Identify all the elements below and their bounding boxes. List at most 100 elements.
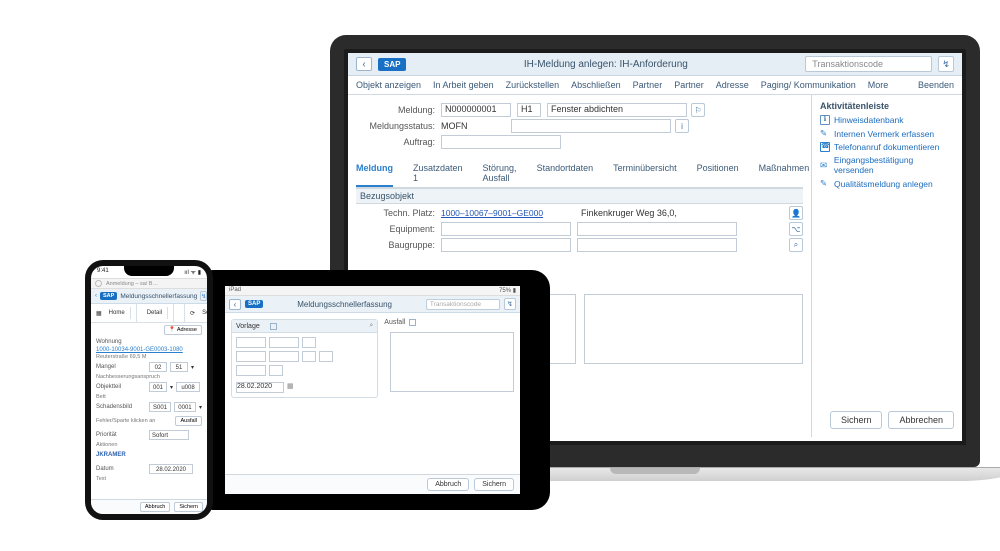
status-extra-input[interactable] bbox=[511, 119, 671, 133]
auftrag-input[interactable] bbox=[441, 135, 561, 149]
schaden-code-1[interactable]: S001 bbox=[149, 402, 171, 412]
person-icon[interactable]: 👤 bbox=[789, 206, 803, 220]
search-icon[interactable]: ⌕ bbox=[789, 238, 803, 252]
tab-meldung[interactable]: Meldung bbox=[356, 159, 393, 187]
field-a1[interactable] bbox=[236, 337, 266, 348]
calendar-icon[interactable]: ▦ bbox=[287, 382, 294, 393]
exit-icon[interactable]: ↯ bbox=[504, 298, 516, 310]
back-button[interactable]: ‹ bbox=[356, 57, 372, 71]
field-b1[interactable] bbox=[236, 351, 266, 362]
addresse-button[interactable]: 📍 Adresse bbox=[164, 325, 202, 335]
menu-objekt-anzeigen[interactable]: Objekt anzeigen bbox=[356, 80, 421, 90]
schaden-code-2[interactable]: 0001 bbox=[174, 402, 196, 412]
techplatz-link[interactable]: 1000–10067–9001–GE000 bbox=[441, 208, 571, 218]
field-b2[interactable] bbox=[269, 351, 299, 362]
menu-beenden[interactable]: Beenden bbox=[918, 80, 954, 90]
sap-title-bar: ‹ SAP IH-Meldung anlegen: IH-Anforderung… bbox=[348, 53, 962, 76]
reload-icon[interactable] bbox=[95, 280, 102, 287]
mangel-code-1[interactable]: 02 bbox=[149, 362, 167, 372]
save-button[interactable]: Sichern bbox=[474, 478, 514, 491]
meldung-text-input[interactable]: Fenster abdichten bbox=[547, 103, 687, 117]
menu-adresse[interactable]: Adresse bbox=[716, 80, 749, 90]
sidebar-item-eingang[interactable]: ✉Eingangsbestätigung versenden bbox=[820, 155, 954, 175]
tab-label: Scan bbox=[197, 307, 207, 319]
phone-notch bbox=[124, 266, 174, 276]
equipment-input[interactable] bbox=[441, 222, 571, 236]
phone-bezel: 9:41 ııl ᯤ ▮ Anmeldung – sa/ B… ‹ SAP Me… bbox=[85, 260, 213, 520]
menu-paging[interactable]: Paging/ Kommunikation bbox=[761, 80, 856, 90]
menu-zurueckstellen[interactable]: Zurückstellen bbox=[506, 80, 560, 90]
sidebar-item-telefon[interactable]: ☎Telefonanruf dokumentieren bbox=[820, 142, 954, 152]
field-b3[interactable] bbox=[302, 351, 316, 362]
save-button[interactable]: Sichern bbox=[174, 502, 203, 512]
field-a2[interactable] bbox=[269, 337, 299, 348]
schaden-label: Schadensbild bbox=[96, 404, 146, 410]
tab-zusatzdaten[interactable]: Zusatzdaten 1 bbox=[413, 159, 463, 187]
meldung-input[interactable]: N000000001 bbox=[441, 103, 511, 117]
field-c1[interactable] bbox=[236, 365, 266, 376]
info-icon[interactable]: i bbox=[675, 119, 689, 133]
valuehelp-icon[interactable]: ▾ bbox=[191, 364, 194, 371]
objektteil-code-2[interactable]: u008 bbox=[176, 382, 200, 392]
valuehelp-icon[interactable]: ▾ bbox=[199, 404, 202, 411]
tab-home[interactable]: ▦ Home bbox=[91, 304, 137, 322]
phone-icon: ☎ bbox=[820, 142, 830, 152]
text-area-right[interactable] bbox=[584, 294, 804, 364]
prio-label: Priorität bbox=[96, 432, 146, 438]
prio-select[interactable]: Sofort bbox=[149, 430, 189, 440]
menu-in-arbeit-geben[interactable]: In Arbeit geben bbox=[433, 80, 494, 90]
sidebar-item-q[interactable]: ✎Qualitätsmeldung anlegen bbox=[820, 178, 954, 189]
tab-termin[interactable]: Terminübersicht bbox=[613, 159, 677, 187]
objektteil-code-1[interactable]: 001 bbox=[149, 382, 167, 392]
menu-abschliessen[interactable]: Abschließen bbox=[571, 80, 621, 90]
sidebar-item-hinweis[interactable]: ℹHinweisdatenbank bbox=[820, 115, 954, 125]
tab-standort[interactable]: Standortdaten bbox=[537, 159, 594, 187]
tab-label: Home bbox=[104, 307, 131, 319]
meldungsart-input[interactable]: H1 bbox=[517, 103, 541, 117]
tablet-left-panel: Vorlage ⌕ bbox=[231, 319, 378, 398]
cancel-button[interactable]: Abbruch bbox=[140, 502, 171, 512]
menu-partner-1[interactable]: Partner bbox=[633, 80, 663, 90]
baugruppe-text-input[interactable] bbox=[577, 238, 737, 252]
baugruppe-input[interactable] bbox=[441, 238, 571, 252]
phone-tabstrip: ▦ Home Detail ⟳ Scan bbox=[91, 304, 207, 323]
tab-stoerung[interactable]: Störung, Ausfall bbox=[483, 159, 517, 187]
wohnung-link[interactable]: 1000-10034-9001-GE0003-1080 bbox=[91, 347, 207, 353]
back-button[interactable]: ‹ bbox=[229, 299, 241, 310]
cancel-button[interactable]: Abbrechen bbox=[888, 411, 954, 429]
tablet-footer: Abbruch Sichern bbox=[225, 474, 520, 494]
field-c2[interactable] bbox=[269, 365, 283, 376]
vorlage-checkbox[interactable] bbox=[270, 323, 277, 330]
tab-massnahmen[interactable]: Maßnahmen bbox=[759, 159, 810, 187]
datum-input[interactable]: 28.02.2020 bbox=[149, 464, 193, 474]
tablet-textarea[interactable] bbox=[390, 332, 514, 392]
search-icon[interactable]: ⌕ bbox=[369, 322, 373, 330]
field-b4[interactable] bbox=[319, 351, 333, 362]
exit-icon[interactable]: ↯ bbox=[200, 291, 207, 301]
transaction-code-input[interactable]: Transaktionscode bbox=[805, 56, 932, 72]
transaction-code-input[interactable]: Transaktionscode bbox=[426, 299, 500, 310]
sidebar-item-vermerk[interactable]: ✎Internen Vermerk erfassen bbox=[820, 128, 954, 139]
menu-more[interactable]: More bbox=[868, 80, 889, 90]
user-name: JKRAMER bbox=[96, 450, 126, 460]
equipment-text-input[interactable] bbox=[577, 222, 737, 236]
ausfall-checkbox[interactable] bbox=[409, 319, 416, 326]
phone-screen: 9:41 ııl ᯤ ▮ Anmeldung – sa/ B… ‹ SAP Me… bbox=[91, 266, 207, 514]
tab-positionen[interactable]: Positionen bbox=[697, 159, 739, 187]
menu-partner-2[interactable]: Partner bbox=[674, 80, 704, 90]
save-button[interactable]: Sichern bbox=[830, 411, 883, 429]
hierarchy-icon[interactable]: ⌥ bbox=[789, 222, 803, 236]
tablet-status-bar: iPad 75% ▮ bbox=[225, 286, 520, 296]
chevron-left-icon[interactable]: ‹ bbox=[95, 293, 97, 299]
ausfall-button[interactable]: Ausfall bbox=[175, 416, 202, 426]
page-title: IH-Meldung anlegen: IH-Anforderung bbox=[412, 59, 799, 70]
mangel-code-2[interactable]: 51 bbox=[170, 362, 188, 372]
field-a3[interactable] bbox=[302, 337, 316, 348]
tab-scan[interactable]: ⟳ Scan bbox=[185, 304, 207, 322]
valuehelp-icon[interactable]: ▾ bbox=[170, 384, 173, 391]
flag-icon[interactable]: ⚐ bbox=[691, 103, 705, 117]
tab-detail[interactable]: Detail bbox=[137, 304, 174, 322]
cancel-button[interactable]: Abbruch bbox=[427, 478, 469, 491]
exit-icon[interactable]: ↯ bbox=[938, 56, 954, 72]
date-input[interactable]: 28.02.2020 bbox=[236, 382, 284, 393]
